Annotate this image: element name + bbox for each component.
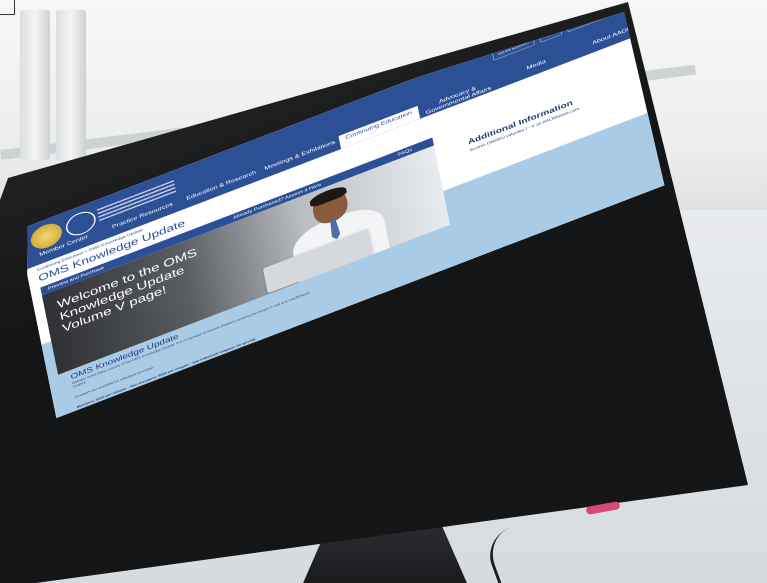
- nav-continuing-education[interactable]: Continuing Education: [338, 105, 420, 149]
- binder: [56, 10, 86, 160]
- nav-education-research[interactable]: Education & Research: [181, 166, 262, 209]
- binder: [20, 10, 50, 160]
- monitor-cable: [481, 516, 562, 583]
- corner-mark: [0, 0, 15, 15]
- nav-advocacy[interactable]: Advocacy & Governmental Affairs: [417, 76, 498, 119]
- additional-info-title: Additional Information: [467, 98, 574, 147]
- nav-meetings-exhibitions[interactable]: Meetings & Exhibitions: [260, 136, 341, 179]
- photo-scene: Online Account Log In Member Lookup ⚲ Me…: [0, 0, 767, 583]
